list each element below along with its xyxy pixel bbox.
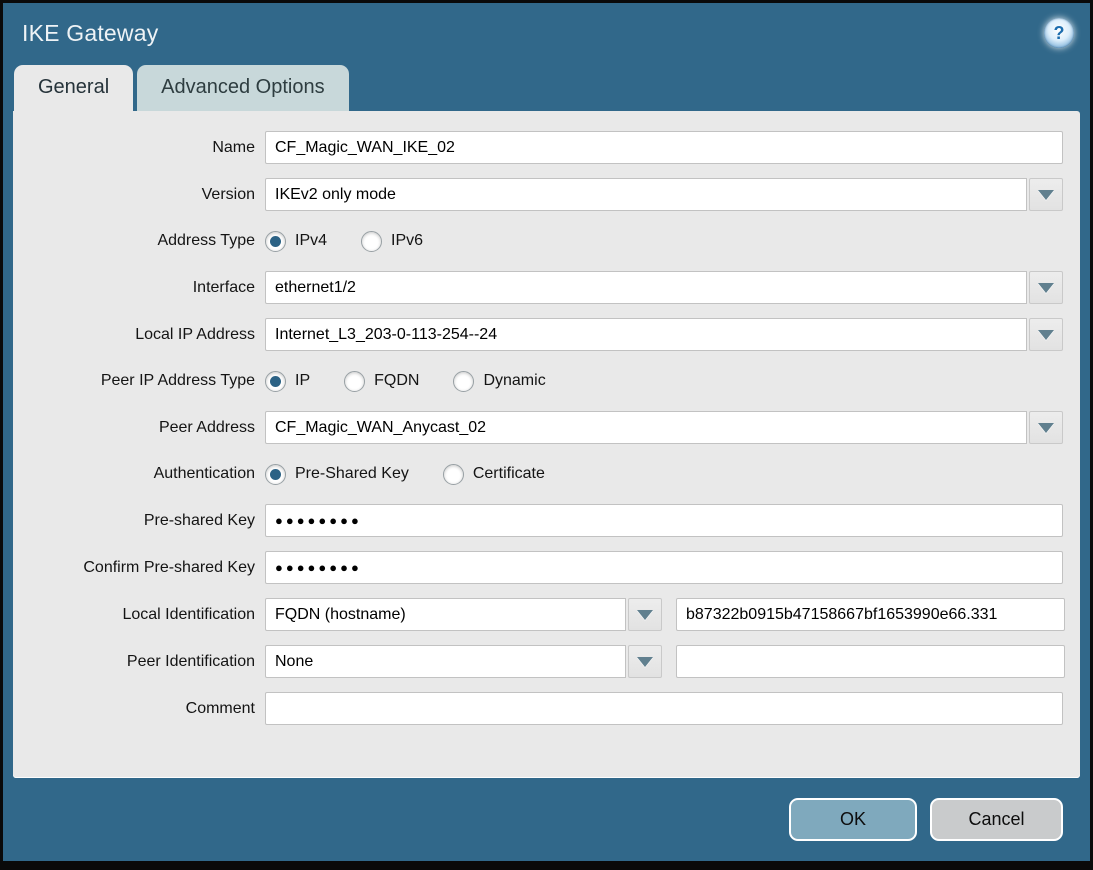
confirm-psk-label: Confirm Pre-shared Key bbox=[13, 559, 265, 577]
name-row: Name bbox=[13, 131, 1063, 164]
ok-button[interactable]: OK bbox=[789, 798, 917, 841]
peer-ip-type-dynamic-option[interactable]: Dynamic bbox=[453, 371, 545, 392]
version-row: Version bbox=[13, 178, 1063, 211]
address-type-label: Address Type bbox=[13, 232, 265, 250]
cancel-button[interactable]: Cancel bbox=[930, 798, 1063, 841]
tab-bar: General Advanced Options bbox=[3, 65, 1090, 111]
comment-input[interactable] bbox=[265, 692, 1063, 725]
local-id-row: Local Identification bbox=[13, 598, 1063, 631]
local-id-value-input[interactable] bbox=[676, 598, 1065, 631]
local-ip-row: Local IP Address bbox=[13, 318, 1063, 351]
authentication-row: Authentication Pre-Shared Key Certificat… bbox=[13, 458, 1063, 490]
dialog-footer: OK Cancel bbox=[3, 778, 1090, 861]
peer-address-input[interactable] bbox=[265, 411, 1027, 444]
comment-row: Comment bbox=[13, 692, 1063, 725]
interface-input[interactable] bbox=[265, 271, 1027, 304]
peer-address-dropdown-button[interactable] bbox=[1029, 411, 1063, 444]
radio-unselected-icon[interactable] bbox=[453, 371, 474, 392]
radio-selected-icon[interactable] bbox=[265, 464, 286, 485]
peer-ip-type-ip-option[interactable]: IP bbox=[265, 371, 310, 392]
interface-row: Interface bbox=[13, 271, 1063, 304]
version-dropdown-button[interactable] bbox=[1029, 178, 1063, 211]
radio-unselected-icon[interactable] bbox=[361, 231, 382, 252]
name-label: Name bbox=[13, 139, 265, 157]
peer-ip-type-label: Peer IP Address Type bbox=[13, 372, 265, 390]
local-id-dropdown-button[interactable] bbox=[628, 598, 662, 631]
radio-unselected-icon[interactable] bbox=[443, 464, 464, 485]
name-input[interactable] bbox=[265, 131, 1063, 164]
version-label: Version bbox=[13, 186, 265, 204]
interface-dropdown-button[interactable] bbox=[1029, 271, 1063, 304]
general-tab-panel: Name Version Address Type IPv4 bbox=[13, 111, 1080, 778]
local-ip-dropdown-button[interactable] bbox=[1029, 318, 1063, 351]
tab-advanced-options[interactable]: Advanced Options bbox=[137, 65, 348, 111]
authentication-label: Authentication bbox=[13, 465, 265, 483]
peer-id-type-input[interactable] bbox=[265, 645, 626, 678]
address-type-ipv6-option[interactable]: IPv6 bbox=[361, 231, 423, 252]
address-type-row: Address Type IPv4 IPv6 bbox=[13, 225, 1063, 257]
local-id-type-input[interactable] bbox=[265, 598, 626, 631]
psk-input[interactable] bbox=[265, 504, 1063, 537]
peer-address-label: Peer Address bbox=[13, 419, 265, 437]
confirm-psk-row: Confirm Pre-shared Key bbox=[13, 551, 1063, 584]
version-input[interactable] bbox=[265, 178, 1027, 211]
psk-label: Pre-shared Key bbox=[13, 512, 265, 530]
radio-unselected-icon[interactable] bbox=[344, 371, 365, 392]
confirm-psk-input[interactable] bbox=[265, 551, 1063, 584]
address-type-ipv4-option[interactable]: IPv4 bbox=[265, 231, 327, 252]
local-id-label: Local Identification bbox=[13, 606, 265, 624]
radio-selected-icon[interactable] bbox=[265, 371, 286, 392]
local-ip-input[interactable] bbox=[265, 318, 1027, 351]
radio-selected-icon[interactable] bbox=[265, 231, 286, 252]
ike-gateway-dialog: IKE Gateway ? General Advanced Options N… bbox=[0, 0, 1093, 870]
authentication-certificate-option[interactable]: Certificate bbox=[443, 464, 545, 485]
peer-id-label: Peer Identification bbox=[13, 653, 265, 671]
peer-address-row: Peer Address bbox=[13, 411, 1063, 444]
comment-label: Comment bbox=[13, 700, 265, 718]
interface-label: Interface bbox=[13, 279, 265, 297]
psk-row: Pre-shared Key bbox=[13, 504, 1063, 537]
dialog-title: IKE Gateway bbox=[22, 20, 158, 47]
tab-general[interactable]: General bbox=[14, 65, 133, 111]
local-ip-label: Local IP Address bbox=[13, 326, 265, 344]
titlebar: IKE Gateway ? bbox=[3, 3, 1090, 59]
peer-id-value-input[interactable] bbox=[676, 645, 1065, 678]
peer-ip-type-fqdn-option[interactable]: FQDN bbox=[344, 371, 419, 392]
peer-ip-type-row: Peer IP Address Type IP FQDN Dynamic bbox=[13, 365, 1063, 397]
help-icon[interactable]: ? bbox=[1044, 18, 1074, 48]
peer-id-row: Peer Identification bbox=[13, 645, 1063, 678]
peer-id-dropdown-button[interactable] bbox=[628, 645, 662, 678]
authentication-psk-option[interactable]: Pre-Shared Key bbox=[265, 464, 409, 485]
